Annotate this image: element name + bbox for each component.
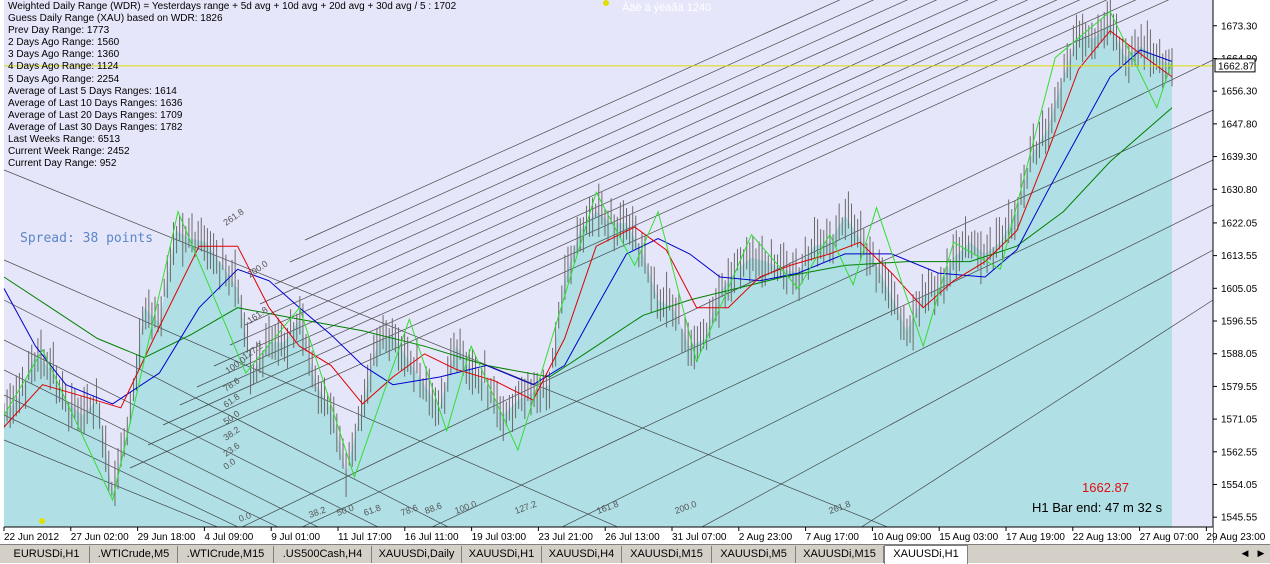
time-tick-label: 22 Jun 2012 [4, 532, 59, 543]
period-marker-icon [603, 0, 609, 6]
terminal-window: 261.8 200.0 161.8 127.2 100.0 78.6 61.8 50.0 38.… [0, 0, 1270, 564]
time-tick-label: 29 Aug 23:00 [1206, 532, 1265, 543]
time-tick-label: 17 Aug 19:00 [1006, 532, 1065, 543]
price-tick-label: 1673.30 [1221, 21, 1258, 32]
chart-caption: Àäë ä ýëäãä 1240 [622, 2, 712, 14]
info-line: Average of Last 20 Days Ranges: 1709 [8, 109, 183, 121]
chart-tab[interactable]: XAUUSDi,H1 [884, 545, 968, 564]
price-tick-label: 1605.05 [1221, 284, 1258, 295]
time-tick-label: 7 Aug 17:00 [806, 532, 860, 543]
time-tick-label: 9 Jul 01:00 [271, 532, 320, 543]
price-tick-label: 1571.05 [1221, 415, 1258, 426]
price-tick-label: 1613.55 [1221, 251, 1258, 262]
tab-scroll-left-icon[interactable]: ◀ [1238, 547, 1252, 562]
time-tick-label: 23 Jul 21:00 [538, 532, 593, 543]
period-marker-icon [39, 518, 45, 524]
info-line: 5 Days Ago Range: 2254 [8, 73, 120, 85]
time-tick-label: 27 Aug 07:00 [1140, 532, 1199, 543]
info-line: Prev Day Range: 1773 [8, 25, 110, 37]
chart-tab[interactable]: .WTICrude,M5 [90, 546, 178, 563]
price-tick-label: 1588.05 [1221, 349, 1258, 360]
price-tick-label: 1622.05 [1221, 218, 1258, 229]
time-tick-label: 2 Aug 23:00 [739, 532, 793, 543]
price-tick-label: 1596.55 [1221, 317, 1258, 328]
price-tick-label: 1545.55 [1221, 513, 1258, 524]
price-tick-label: 1656.30 [1221, 87, 1258, 98]
chart-tab[interactable]: .US500Cash,H4 [274, 546, 372, 563]
time-tick-label: 19 Jul 03:00 [472, 532, 527, 543]
info-line: 4 Days Ago Range: 1124 [8, 61, 119, 73]
current-price-tag-label: 1662.87 [1218, 61, 1255, 72]
price-tick-label: 1647.80 [1221, 119, 1258, 130]
info-line: Current Week Range: 2452 [8, 146, 130, 158]
time-tick-label: 11 Jul 17:00 [338, 532, 392, 543]
chart-tab[interactable]: XAUUSDi,M15 [796, 546, 884, 563]
chart-tabs-bar: ◀ ▶ EURUSDi,H1 .WTICrude,M5 .WTICrude,M15.… [0, 544, 1270, 564]
info-line: Average of Last 30 Days Ranges: 1782 [8, 121, 183, 133]
bar-end-timer: H1 Bar end: 47 m 32 s [1032, 500, 1163, 515]
chart-tab[interactable]: XAUUSDi,M5 [712, 546, 796, 563]
time-tick-label: 29 Jun 18:00 [138, 532, 196, 543]
time-tick-label: 27 Jun 02:00 [71, 532, 129, 543]
time-tick-label: 15 Aug 03:00 [939, 532, 998, 543]
spread-label: Spread: 38 points [20, 231, 154, 246]
info-line: 2 Days Ago Range: 1560 [8, 37, 120, 49]
time-tick-label: 10 Aug 09:00 [872, 532, 931, 543]
chart-tab[interactable]: XAUUSDi,Daily [372, 546, 462, 563]
time-tick-label: 4 Jul 09:00 [204, 532, 253, 543]
info-line: Current Day Range: 952 [8, 158, 117, 170]
current-price-label: 1662.87 [1082, 480, 1129, 495]
time-tick-label: 22 Aug 13:00 [1073, 532, 1132, 543]
info-line: Guess Daily Range (XAU) based on WDR: 18… [8, 13, 223, 25]
time-tick-label: 26 Jul 13:00 [605, 532, 660, 543]
info-line: Average of Last 5 Days Ranges: 1614 [8, 85, 177, 97]
price-axis-panel [1213, 0, 1270, 543]
wdr-info-panel: Weighted Daily Range (WDR) = Yesterdays … [8, 1, 456, 170]
price-tick-label: 1639.30 [1221, 152, 1258, 163]
price-tick-label: 1562.55 [1221, 447, 1258, 458]
chart-tab[interactable]: XAUUSDi,M15 [622, 546, 712, 563]
info-line: 3 Days Ago Range: 1360 [8, 49, 120, 61]
chart-tab[interactable]: .WTICrude,M15 [178, 546, 274, 563]
chart-tab[interactable]: XAUUSDi,H4 [542, 546, 622, 563]
price-tick-label: 1579.55 [1221, 382, 1258, 393]
info-line: Last Weeks Range: 6513 [8, 134, 121, 146]
time-tick-label: 16 Jul 11:00 [405, 532, 459, 543]
chart-tab[interactable]: XAUUSDi,H1 [462, 546, 542, 563]
price-tick-label: 1554.05 [1221, 480, 1258, 491]
tab-scroll-right-icon[interactable]: ▶ [1254, 547, 1268, 562]
info-line: Average of Last 10 Days Ranges: 1636 [8, 97, 183, 109]
chart-tab[interactable]: EURUSDi,H1 [4, 546, 90, 563]
price-tick-label: 1630.80 [1221, 185, 1258, 196]
info-line: Weighted Daily Range (WDR) = Yesterdays … [8, 1, 457, 12]
time-tick-label: 31 Jul 07:00 [672, 532, 727, 543]
